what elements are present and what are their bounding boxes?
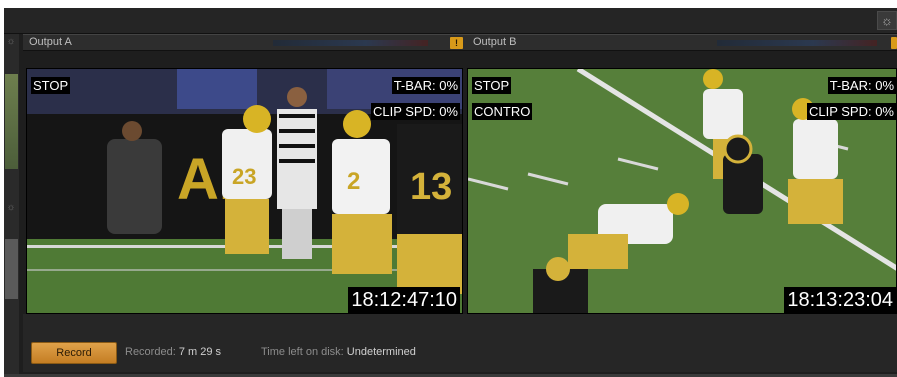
output-b-title: Output B xyxy=(473,36,517,48)
left-panel-strip: ☼ ☼ xyxy=(4,34,19,374)
clip-speed-status: CLIP SPD: 0% xyxy=(806,103,896,120)
output-b-video[interactable]: STOP CONTRO T-BAR: 0% CLIP SPD: 0% 18:13… xyxy=(467,68,897,314)
record-button[interactable]: Record xyxy=(31,342,117,364)
app-window: ☼ ☼ ☼ Output A ! Output B AB 23 2 13 STO… xyxy=(4,8,897,377)
time-left-on-disk: Time left on disk: Undetermined xyxy=(261,346,416,358)
gear-icon[interactable]: ☼ xyxy=(5,36,17,48)
output-a-header: Output A ! xyxy=(23,34,467,51)
recorded-value: 7 m 29 s xyxy=(178,346,222,358)
time-left-label: Time left on disk: xyxy=(261,346,344,358)
clip-speed-status: CLIP SPD: 0% xyxy=(370,103,460,120)
audio-meter xyxy=(717,40,877,46)
recorded-label: Recorded: xyxy=(125,346,176,358)
source-thumbnail[interactable] xyxy=(5,74,18,169)
warning-icon[interactable] xyxy=(891,37,897,49)
top-toolbar: ☼ xyxy=(4,8,897,34)
timecode: 18:12:47:10 xyxy=(348,287,460,313)
stop-status: STOP xyxy=(472,77,512,94)
output-b-header: Output B xyxy=(467,34,897,51)
stop-status: STOP xyxy=(31,77,71,94)
recorded-duration: Recorded: 7 m 29 s xyxy=(125,346,221,358)
tbar-status: T-BAR: 0% xyxy=(391,77,460,94)
svg-text:13: 13 xyxy=(410,166,452,208)
svg-text:2: 2 xyxy=(347,168,360,195)
scrollbar[interactable] xyxy=(5,239,18,299)
time-left-value: Undetermined xyxy=(346,346,416,358)
audio-meter xyxy=(273,40,428,46)
output-a-video[interactable]: AB 23 2 13 STOP T-BAR: 0% CLIP SPD: 0% 1… xyxy=(26,68,463,314)
record-bar: Record Recorded: 7 m 29 s Time left on d… xyxy=(23,314,897,372)
svg-text:23: 23 xyxy=(232,164,256,189)
tbar-status: T-BAR: 0% xyxy=(827,77,896,94)
warning-icon[interactable]: ! xyxy=(450,37,463,49)
output-a-title: Output A xyxy=(29,36,72,48)
gear-icon[interactable]: ☼ xyxy=(877,11,897,30)
timecode: 18:13:23:04 xyxy=(784,287,896,313)
gear-icon[interactable]: ☼ xyxy=(5,202,17,214)
control-status: CONTRO xyxy=(472,103,533,120)
